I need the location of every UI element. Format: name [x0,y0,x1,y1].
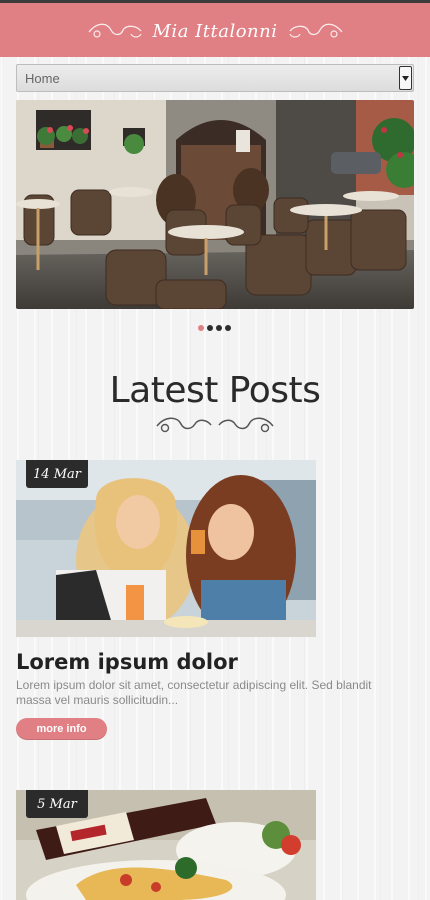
right-flourish-icon [288,23,343,38]
section-title: Latest Posts [109,370,321,411]
post-excerpt: Lorem ipsum dolor sit amet, consectetur … [16,678,372,707]
left-flourish-icon [87,23,142,38]
brand[interactable]: Mia Ittalonni [0,17,430,45]
slider-dot[interactable] [207,325,213,331]
hero-slider-image[interactable] [16,100,414,309]
post-image[interactable]: 14 Mar [16,460,316,637]
nav-select-value: Home [25,71,60,86]
site-header: Mia Ittalonni [0,0,430,57]
more-info-button[interactable]: more info [16,718,107,740]
slider-dot[interactable] [198,325,204,331]
post-date-tag: 5 Mar [26,790,88,818]
slider-dot[interactable] [225,325,231,331]
post-title[interactable]: Lorem ipsum dolor [16,650,238,674]
chevron-down-icon[interactable] [399,66,412,90]
slider-pagination [198,325,231,331]
site-logo-text: Mia Ittalonni [152,20,278,42]
cafe-terrace-image [16,100,414,309]
slider-dot[interactable] [216,325,222,331]
nav-select[interactable]: Home [16,64,414,92]
ornament-icon [156,417,274,433]
post-date-tag: 14 Mar [26,460,88,488]
post-image[interactable]: 5 Mar [16,790,316,900]
